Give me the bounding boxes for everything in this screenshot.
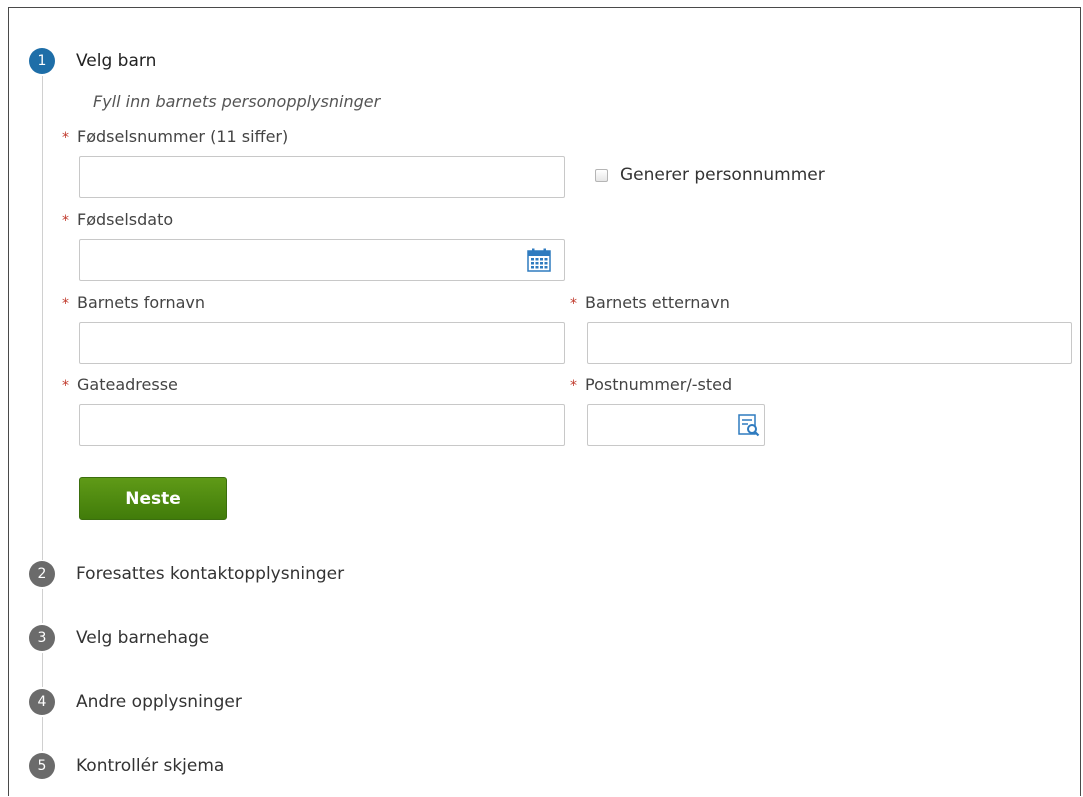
fodselsnummer-label: * Fødselsnummer (11 siffer) <box>62 127 288 148</box>
required-marker: * <box>62 130 69 146</box>
postnummer-label: * Postnummer/-sted <box>570 375 732 396</box>
generer-personnummer-checkbox[interactable] <box>595 168 608 182</box>
next-button[interactable]: Neste <box>79 477 227 520</box>
fodselsdato-label: * Fødselsdato <box>62 210 173 231</box>
step-3-number: 3 <box>29 625 55 651</box>
step-5-number: 5 <box>29 753 55 779</box>
calendar-icon[interactable] <box>526 247 552 273</box>
lookup-search-icon[interactable] <box>736 412 762 438</box>
fodselsnummer-label-text: Fødselsnummer (11 siffer) <box>77 127 289 146</box>
step-connector-1 <box>42 76 43 560</box>
step-2-title[interactable]: Foresattes kontaktopplysninger <box>76 563 344 585</box>
generer-personnummer-checkbox-wrap[interactable]: Generer personnummer <box>595 164 825 186</box>
etternavn-input[interactable] <box>587 322 1072 364</box>
step-4-title[interactable]: Andre opplysninger <box>76 691 242 713</box>
generer-personnummer-label[interactable]: Generer personnummer <box>620 165 825 185</box>
required-marker: * <box>62 378 69 394</box>
form-frame <box>8 7 1081 796</box>
step-3-title[interactable]: Velg barnehage <box>76 627 209 649</box>
etternavn-label-text: Barnets etternavn <box>585 293 730 312</box>
fodselsdato-input[interactable] <box>79 239 565 281</box>
fornavn-label: * Barnets fornavn <box>62 293 205 314</box>
fornavn-label-text: Barnets fornavn <box>77 293 206 312</box>
step-4-number: 4 <box>29 689 55 715</box>
gateadresse-input[interactable] <box>79 404 565 446</box>
required-marker: * <box>62 213 69 229</box>
form-intro: Fyll inn barnets personopplysninger <box>93 92 381 111</box>
gateadresse-label: * Gateadresse <box>62 375 178 396</box>
fodselsnummer-input[interactable] <box>79 156 565 198</box>
fornavn-input[interactable] <box>79 322 565 364</box>
step-connector-3 <box>42 653 43 687</box>
etternavn-label: * Barnets etternavn <box>570 293 730 314</box>
gateadresse-label-text: Gateadresse <box>77 375 178 394</box>
required-marker: * <box>570 378 577 394</box>
step-2-number: 2 <box>29 561 55 587</box>
postnummer-label-text: Postnummer/-sted <box>585 375 733 394</box>
step-5-title[interactable]: Kontrollér skjema <box>76 755 224 777</box>
step-connector-4 <box>42 717 43 751</box>
step-1-number: 1 <box>29 48 55 74</box>
step-connector-2 <box>42 589 43 623</box>
required-marker: * <box>62 296 69 312</box>
fodselsdato-label-text: Fødselsdato <box>77 210 174 229</box>
required-marker: * <box>570 296 577 312</box>
step-1-title: Velg barn <box>76 51 157 71</box>
